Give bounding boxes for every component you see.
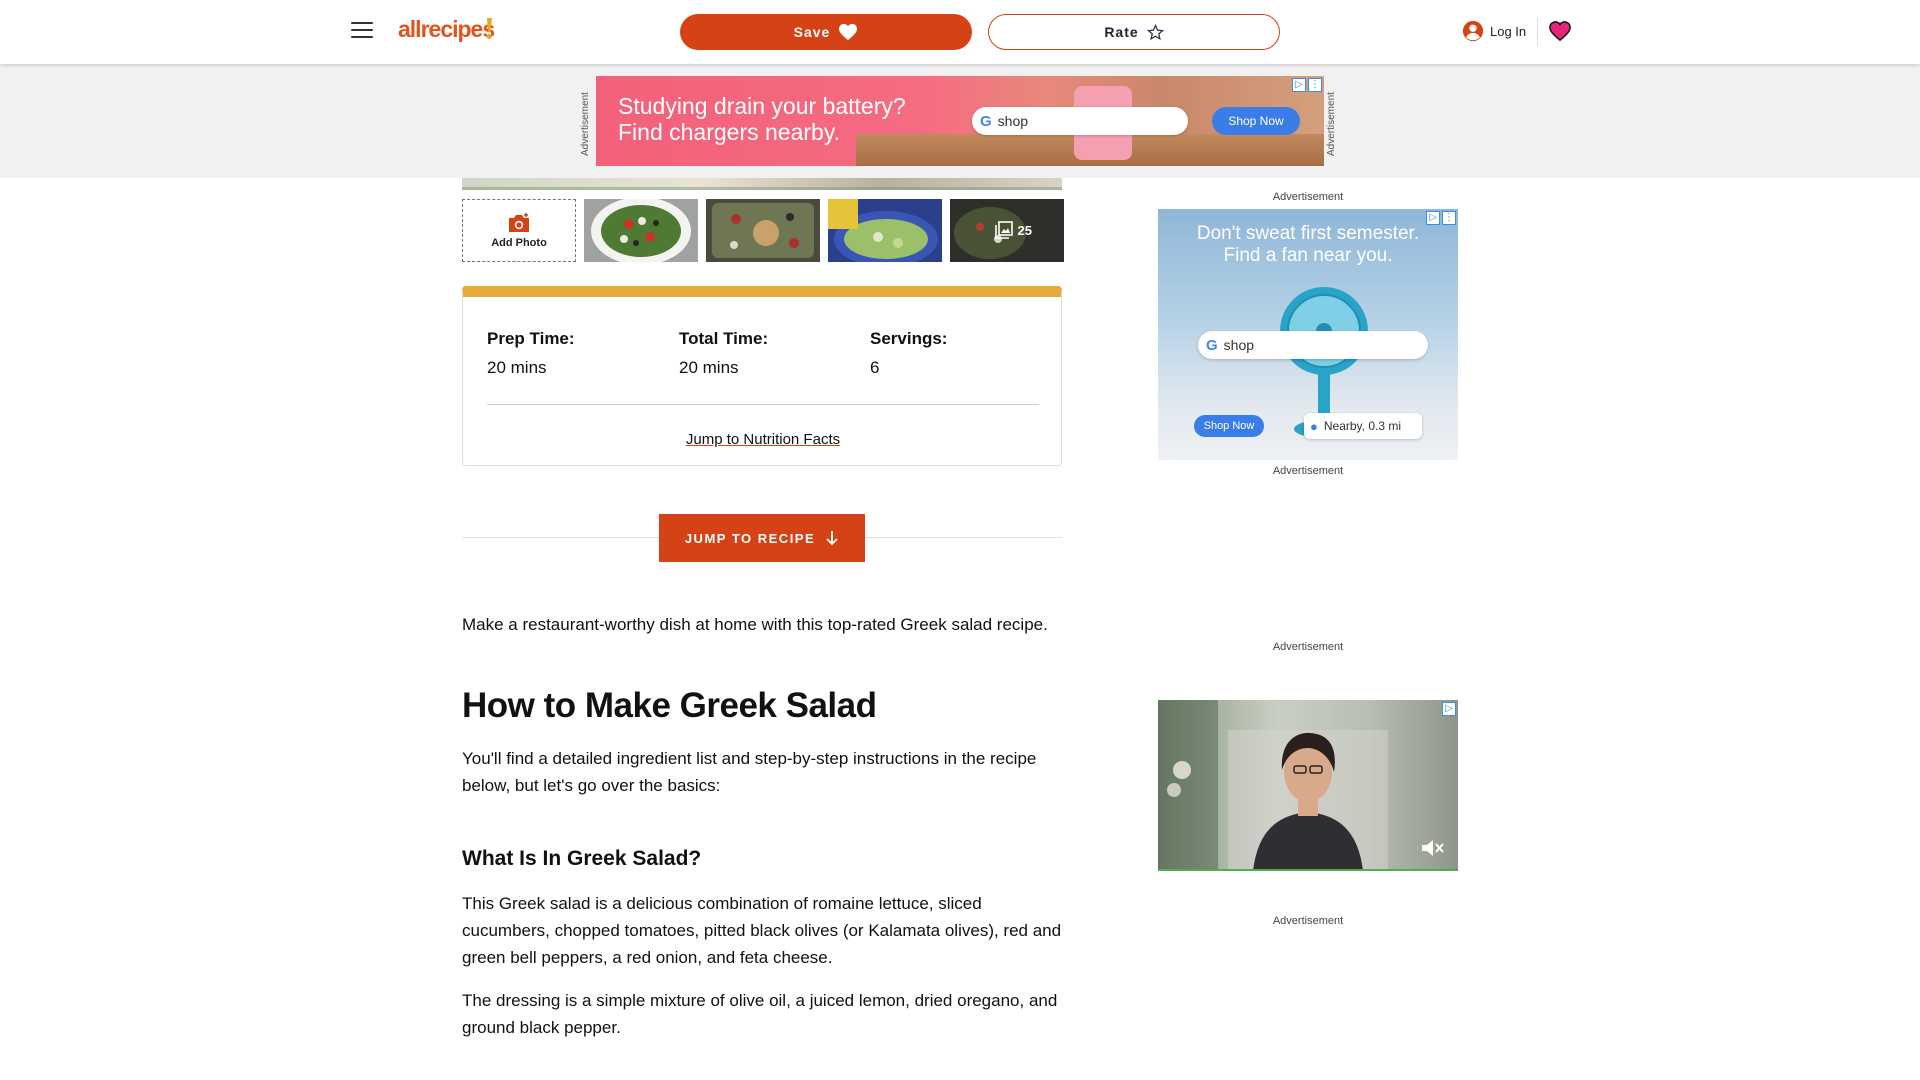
ad-headline-line2: Find chargers nearby. bbox=[618, 119, 841, 145]
servings-value: 6 bbox=[870, 358, 880, 377]
gallery-icon bbox=[994, 221, 1013, 239]
article-heading: How to Make Greek Salad bbox=[462, 686, 877, 725]
servings-label: Servings: bbox=[870, 329, 948, 348]
side-ad-shop-label: shop bbox=[1223, 337, 1255, 353]
total-time-label: Total Time: bbox=[679, 329, 769, 348]
video-person-image bbox=[1158, 700, 1388, 869]
article-subheading: What Is In Greek Salad? bbox=[462, 847, 702, 870]
side-ad-line2: Find a fan near you. bbox=[1223, 245, 1393, 266]
total-time-value: 20 mins bbox=[679, 358, 739, 377]
location-pin-icon: ● bbox=[1310, 418, 1318, 434]
side-ad-google-shop-bar: G shop bbox=[1198, 331, 1428, 359]
top-banner-ad[interactable]: Studying drain your battery? Find charge… bbox=[596, 76, 1324, 166]
jump-to-recipe-button[interactable]: JUMP TO RECIPE bbox=[659, 514, 865, 562]
ad-headline: Studying drain your battery? Find charge… bbox=[618, 93, 906, 145]
save-label: Save bbox=[793, 24, 831, 40]
side-ad-headline: Don't sweat first semester. Find a fan n… bbox=[1158, 223, 1458, 267]
side-ad-nearby-label: Nearby, 0.3 mi bbox=[1323, 419, 1401, 433]
mute-icon[interactable] bbox=[1420, 837, 1446, 859]
side-video-ad[interactable]: ▷ bbox=[1158, 700, 1458, 871]
article-paragraph-3: The dressing is a simple mixture of oliv… bbox=[462, 991, 1058, 1037]
side-ad-line1: Don't sweat first semester. bbox=[1196, 223, 1420, 244]
info-divider bbox=[487, 404, 1039, 405]
photo-thumbnail-1[interactable] bbox=[584, 199, 698, 262]
side-ad-nearby-badge: ● Nearby, 0.3 mi bbox=[1304, 413, 1422, 439]
add-photo-button[interactable]: Add Photo bbox=[462, 199, 576, 262]
site-header: allrecipes Save Rate Log In bbox=[0, 0, 1920, 64]
side-ad-shop-now-button[interactable]: Shop Now bbox=[1194, 415, 1264, 437]
google-g-icon: G bbox=[980, 112, 992, 130]
user-icon bbox=[1462, 20, 1484, 42]
adchoices-icon[interactable]: ▷ ⋮ bbox=[1292, 78, 1322, 92]
photo-thumbnail-2[interactable] bbox=[706, 199, 820, 262]
recipe-info-card: Prep Time: 20 mins Total Time: 20 mins S… bbox=[462, 286, 1062, 466]
favorites-heart-icon[interactable] bbox=[1549, 20, 1571, 42]
photo-thumbnail-4[interactable]: 25 bbox=[950, 199, 1064, 262]
article-intro: Make a restaurant-worthy dish at home wi… bbox=[462, 615, 1048, 634]
menu-icon[interactable] bbox=[351, 22, 373, 42]
jump-to-recipe-label: JUMP TO RECIPE bbox=[684, 530, 816, 546]
add-photo-label: Add Photo bbox=[491, 237, 547, 249]
login-link[interactable]: Log In bbox=[1462, 20, 1526, 42]
save-button[interactable]: Save bbox=[680, 14, 972, 50]
side-ad-label-4: Advertisement bbox=[1272, 915, 1344, 927]
video-adchoices-icon[interactable]: ▷ bbox=[1442, 702, 1456, 716]
logo-exclaim-icon bbox=[486, 18, 492, 40]
side-ad-label-2: Advertisement bbox=[1272, 465, 1344, 477]
side-ad-label-1: Advertisement bbox=[1272, 191, 1344, 203]
ad-side-label-right: Advertisement bbox=[1326, 92, 1337, 156]
side-ad-label-3: Advertisement bbox=[1272, 641, 1344, 653]
photo-count: 25 bbox=[994, 221, 1032, 239]
site-logo[interactable]: allrecipes bbox=[398, 16, 495, 43]
rate-label: Rate bbox=[1104, 24, 1139, 40]
header-divider bbox=[1537, 18, 1538, 46]
article-paragraph-2: This Greek salad is a delicious combinat… bbox=[462, 894, 1062, 967]
jump-to-nutrition-link[interactable]: Jump to Nutrition Facts bbox=[463, 431, 1063, 448]
prep-time-value: 20 mins bbox=[487, 358, 547, 377]
login-label: Log In bbox=[1490, 23, 1527, 39]
ad-google-shop-bar: G shop bbox=[972, 107, 1188, 135]
prep-time: Prep Time: 20 mins bbox=[487, 329, 575, 378]
ad-shop-label: shop bbox=[997, 113, 1029, 129]
salad-photo-3 bbox=[828, 199, 942, 262]
salad-photo-2 bbox=[706, 199, 820, 262]
ad-headline-line1: Studying drain your battery? bbox=[618, 93, 906, 119]
top-ad-band: Advertisement Studying drain your batter… bbox=[0, 64, 1920, 178]
rate-button[interactable]: Rate bbox=[988, 14, 1280, 50]
article-paragraph-1: You'll find a detailed ingredient list a… bbox=[462, 749, 1037, 795]
photo-thumbnail-3[interactable] bbox=[828, 199, 942, 262]
side-ad-fan[interactable]: Don't sweat first semester. Find a fan n… bbox=[1158, 209, 1458, 460]
heart-icon bbox=[839, 23, 858, 41]
star-icon bbox=[1146, 23, 1164, 40]
total-time: Total Time: 20 mins bbox=[679, 329, 768, 378]
salad-photo-1 bbox=[584, 199, 698, 262]
side-adchoices-icon[interactable]: ▷ ⋮ bbox=[1426, 211, 1456, 225]
ad-side-label-left: Advertisement bbox=[580, 92, 591, 156]
photo-count-value: 25 bbox=[1017, 222, 1032, 238]
camera-icon bbox=[509, 213, 529, 232]
hero-image-bottom bbox=[462, 178, 1062, 190]
arrow-down-icon bbox=[826, 531, 838, 546]
servings: Servings: 6 bbox=[870, 329, 947, 378]
ad-shop-now-button[interactable]: Shop Now bbox=[1212, 107, 1300, 135]
google-g-icon-2: G bbox=[1206, 336, 1218, 354]
prep-time-label: Prep Time: bbox=[487, 329, 575, 348]
